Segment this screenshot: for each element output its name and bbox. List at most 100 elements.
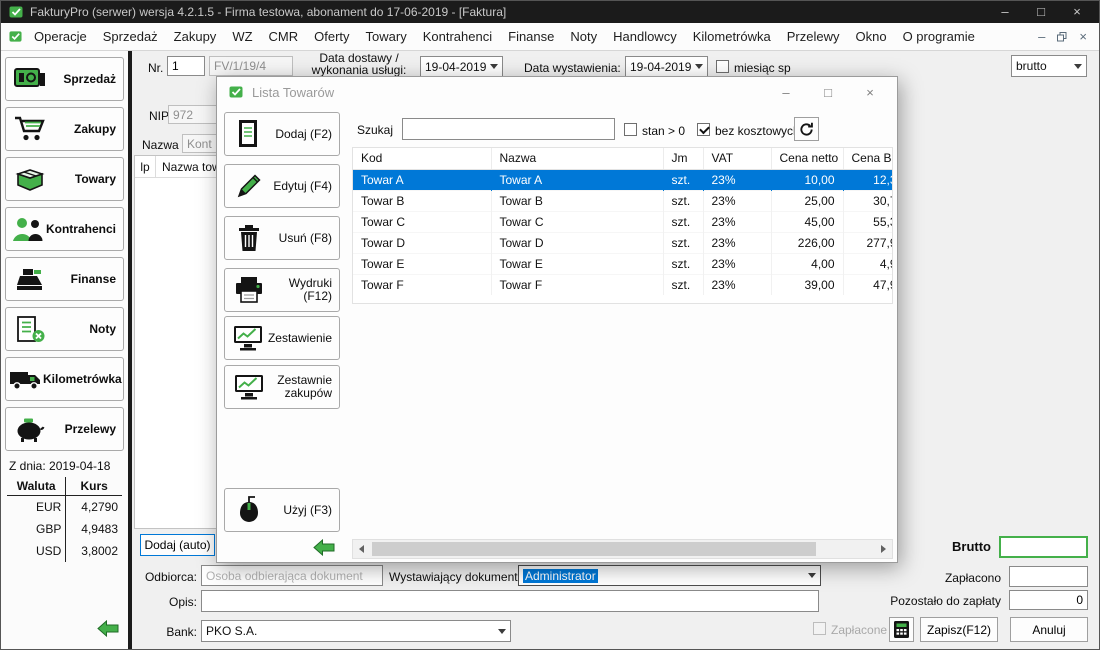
dialog-minimize-icon[interactable]: –: [765, 85, 807, 100]
month-checkbox[interactable]: [716, 60, 729, 73]
dialog-app-icon: [229, 85, 243, 99]
calculator-icon: [893, 620, 910, 639]
table-row-towar-e[interactable]: Towar ETowar Eszt.23%4,004,9: [353, 253, 893, 274]
zestawienie-button[interactable]: Zestawienie: [224, 316, 340, 360]
menu-kilometrowka[interactable]: Kilometrówka: [685, 29, 779, 44]
sidebar-item-noty[interactable]: Noty: [5, 307, 124, 351]
edytuj-button[interactable]: Edytuj (F4): [224, 164, 340, 208]
bank-select[interactable]: PKO S.A.: [201, 620, 511, 642]
menubar: Operacje Sprzedaż Zakupy WZ CMR Oferty T…: [1, 23, 1099, 51]
issuer-select[interactable]: Administrator: [518, 565, 821, 586]
menu-towary[interactable]: Towary: [358, 29, 415, 44]
stock-checkbox[interactable]: [624, 123, 637, 136]
menu-zakupy[interactable]: Zakupy: [166, 29, 225, 44]
table-row-towar-f[interactable]: Towar FTowar Fszt.23%39,0047,9: [353, 274, 893, 295]
zestawienie-zakupow-button[interactable]: Zestawnie zakupów: [224, 365, 340, 409]
sidebar-item-kontrahenci[interactable]: Kontrahenci: [5, 207, 124, 251]
chart-icon: [229, 373, 269, 401]
window-title: FakturyPro (serwer) wersja 4.2.1.5 - Fir…: [30, 5, 987, 19]
month-checkbox-label: miesiąc sp: [734, 61, 791, 75]
table-row-towar-d[interactable]: Towar DTowar Dszt.23%226,00277,9: [353, 232, 893, 253]
scroll-right-icon[interactable]: [875, 540, 892, 558]
description-label: Opis:: [121, 595, 197, 609]
table-row-towar-b[interactable]: Towar BTowar Bszt.23%25,0030,7: [353, 190, 893, 211]
rate-row: EUR 4,2790: [7, 496, 122, 519]
cancel-button[interactable]: Anuluj: [1010, 617, 1088, 642]
menu-wz[interactable]: WZ: [224, 29, 260, 44]
dodaj-button[interactable]: Dodaj (F2): [224, 112, 340, 156]
bank-label: Bank:: [121, 625, 197, 639]
goods-table-header[interactable]: Kod Nazwa Jm VAT Cena netto Cena Brutto: [353, 148, 893, 169]
sidebar-divider: [128, 51, 132, 649]
menu-finanse[interactable]: Finanse: [500, 29, 562, 44]
close-icon[interactable]: ×: [1059, 1, 1095, 23]
app-icon-small: [9, 30, 22, 43]
scrollbar-thumb[interactable]: [372, 542, 816, 556]
lista-towarow-dialog: Lista Towarów – □ × Dodaj (F2) Edytuj (F…: [216, 76, 898, 563]
menu-noty[interactable]: Noty: [562, 29, 605, 44]
sidebar-item-zakupy[interactable]: Zakupy: [5, 107, 124, 151]
arrow-left-icon[interactable]: [97, 620, 119, 640]
exchange-rates-table: Waluta Kurs EUR 4,2790 GBP 4,9483 USD 3,…: [7, 477, 122, 562]
table-row-towar-a[interactable]: Towar ATowar Aszt.23%10,0012,3: [353, 169, 893, 190]
table-row-towar-c[interactable]: Towar CTowar Cszt.23%45,0055,3: [353, 211, 893, 232]
issue-date-select[interactable]: 19-04-2019: [625, 56, 708, 77]
menu-sprzedaz[interactable]: Sprzedaż: [95, 29, 166, 44]
sidebar-item-towary[interactable]: Towary: [5, 157, 124, 201]
recipient-input[interactable]: [201, 565, 383, 586]
menu-przelewy[interactable]: Przelewy: [779, 29, 848, 44]
refresh-button[interactable]: [794, 117, 819, 141]
piggy-bank-icon: [9, 416, 51, 442]
menu-operacje[interactable]: Operacje: [26, 29, 95, 44]
arrow-left-icon[interactable]: [313, 539, 335, 559]
maximize-icon[interactable]: □: [1023, 1, 1059, 23]
dialog-close-icon[interactable]: ×: [849, 85, 891, 100]
menu-o-programie[interactable]: O programie: [895, 29, 983, 44]
mdi-restore-icon[interactable]: [1057, 32, 1067, 42]
dialog-maximize-icon[interactable]: □: [807, 85, 849, 100]
minimize-icon[interactable]: –: [987, 1, 1023, 23]
price-mode-select[interactable]: brutto: [1011, 55, 1087, 77]
paid-field[interactable]: [1009, 566, 1088, 587]
name-label: Nazwa: [142, 138, 179, 152]
goods-table-wrap: Kod Nazwa Jm VAT Cena netto Cena Brutto …: [352, 147, 893, 304]
description-input[interactable]: [201, 590, 819, 612]
brutto-total-field[interactable]: [999, 536, 1088, 558]
menu-okno[interactable]: Okno: [847, 29, 894, 44]
wydruki-button[interactable]: Wydruki (F12): [224, 268, 340, 312]
sidebar-item-kilometrowka[interactable]: Kilometrówka: [5, 357, 124, 401]
chart-icon: [229, 324, 268, 352]
usun-button[interactable]: Usuń (F8): [224, 216, 340, 260]
delivery-date-select[interactable]: 19-04-2019: [420, 56, 503, 77]
chevron-down-icon: [486, 57, 502, 76]
costless-checkbox[interactable]: [697, 123, 710, 136]
chevron-down-icon: [1070, 56, 1086, 76]
banknote-icon: [9, 67, 51, 91]
sidebar-item-sprzedaz[interactable]: Sprzedaż: [5, 57, 124, 101]
search-label: Szukaj: [357, 123, 393, 137]
sidebar-item-przelewy[interactable]: Przelewy: [5, 407, 124, 451]
chevron-down-icon: [804, 566, 820, 585]
scroll-left-icon[interactable]: [353, 540, 370, 558]
mdi-close-icon[interactable]: ×: [1079, 29, 1087, 44]
horizontal-scrollbar[interactable]: [352, 539, 893, 559]
invoice-number-input[interactable]: [167, 56, 205, 76]
menu-handlowcy[interactable]: Handlowcy: [605, 29, 685, 44]
remaining-field: [1009, 590, 1088, 610]
calculator-button[interactable]: [889, 617, 914, 642]
stock-checkbox-label: stan > 0: [642, 124, 685, 138]
menu-kontrahenci[interactable]: Kontrahenci: [415, 29, 500, 44]
uzyj-button[interactable]: Użyj (F3): [224, 488, 340, 532]
goods-table: Kod Nazwa Jm VAT Cena netto Cena Brutto …: [353, 148, 893, 295]
scrollbar-track[interactable]: [370, 540, 875, 558]
mdi-minimize-icon[interactable]: –: [1038, 29, 1045, 44]
brutto-total-label: Brutto: [921, 539, 991, 554]
dialog-titlebar: Lista Towarów – □ ×: [217, 77, 897, 107]
menu-cmr[interactable]: CMR: [261, 29, 307, 44]
search-input[interactable]: [402, 118, 615, 140]
menu-oferty[interactable]: Oferty: [306, 29, 357, 44]
save-button[interactable]: Zapisz(F12): [920, 617, 998, 642]
sidebar-item-finanse[interactable]: Finanse: [5, 257, 124, 301]
trash-icon: [229, 224, 269, 252]
add-auto-button[interactable]: Dodaj (auto): [140, 534, 215, 556]
